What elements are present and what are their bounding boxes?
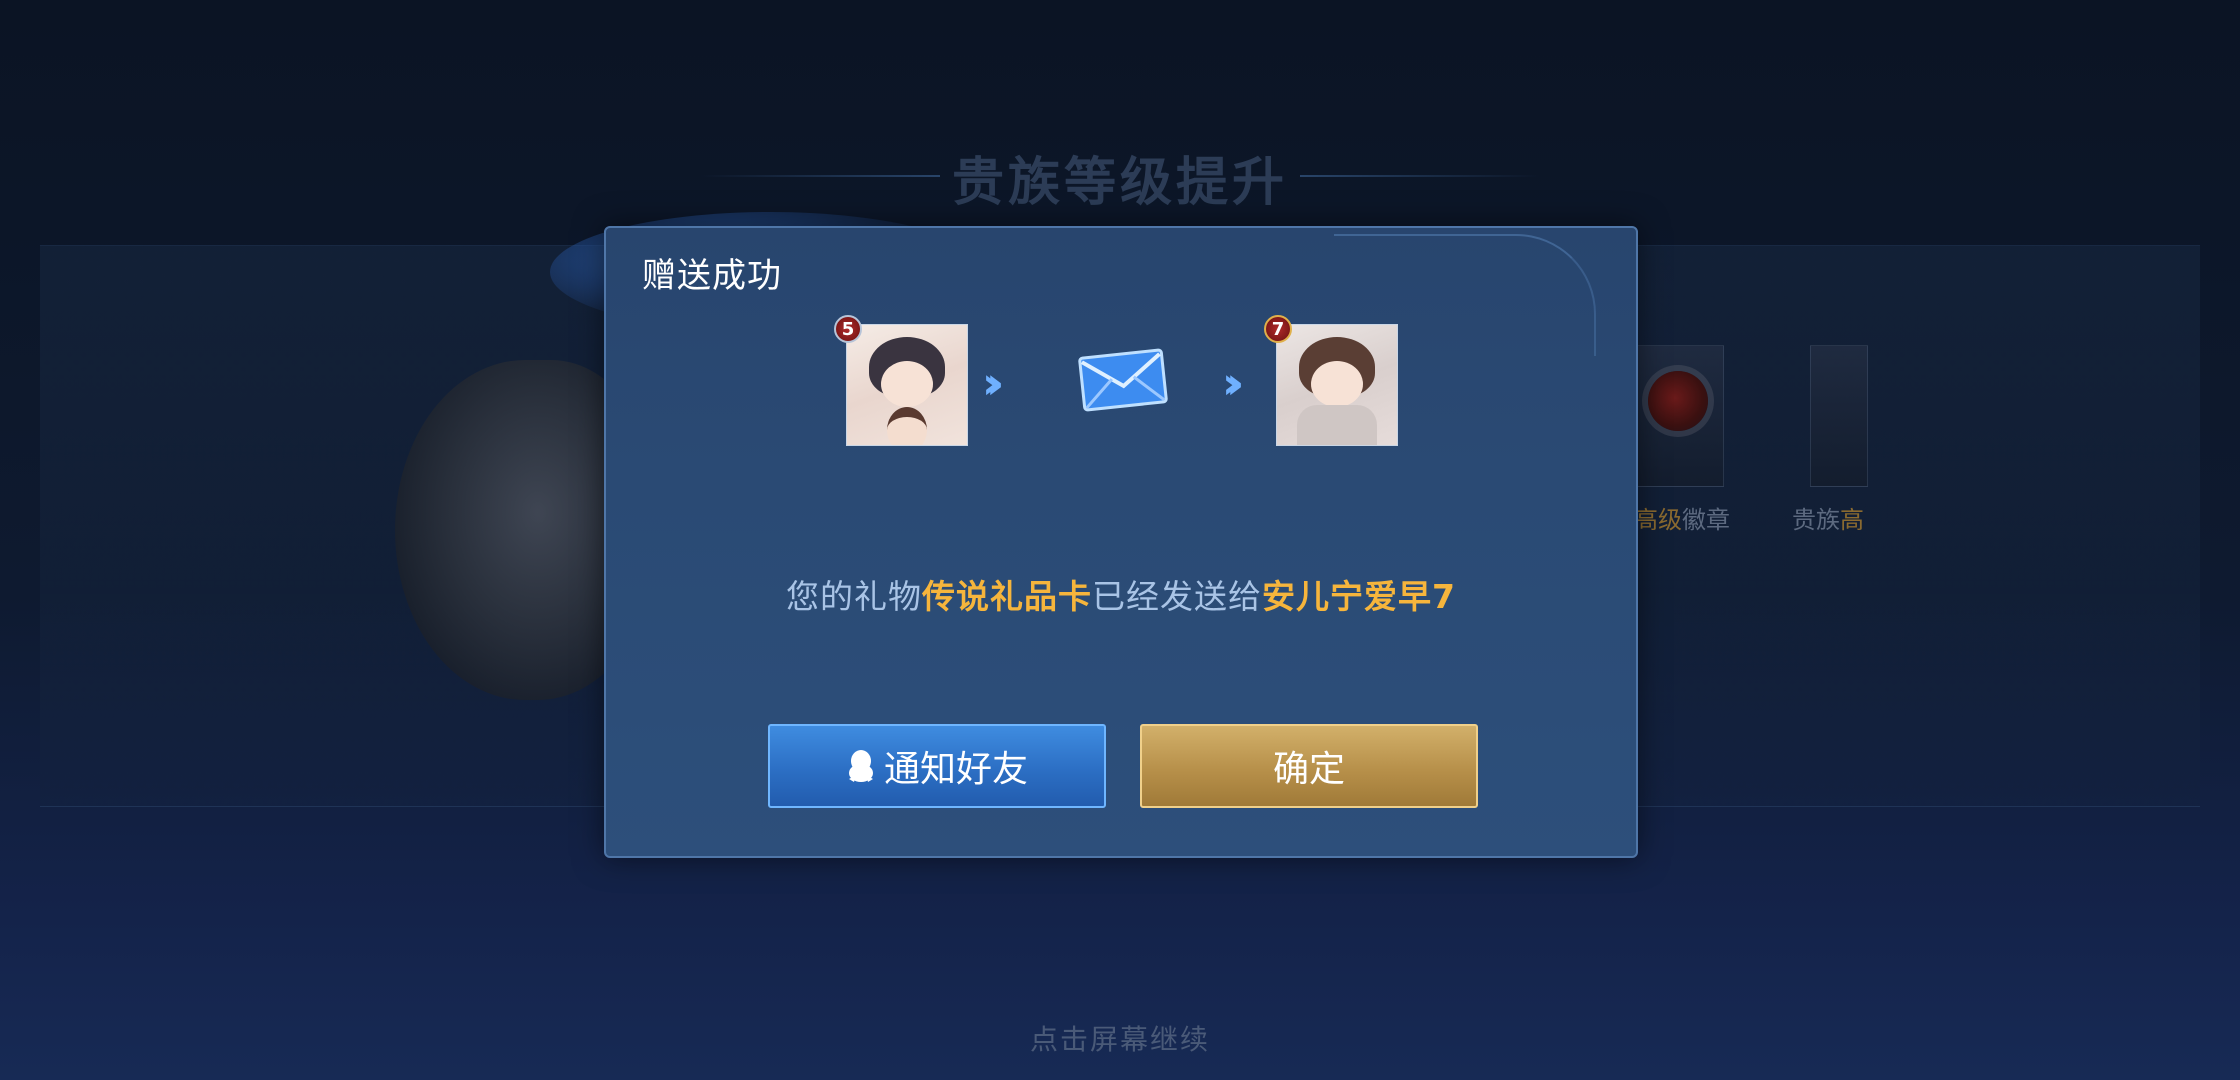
badge-item <box>1632 345 1724 487</box>
sender-rank-badge: 5 <box>828 312 868 346</box>
double-chevron-right-icon: ›› <box>1222 358 1245 409</box>
badge-label: 高级徽章 <box>1634 506 1730 534</box>
notify-friend-label: 通知好友 <box>883 749 1028 790</box>
noble-item <box>1810 345 1868 487</box>
noble-label: 贵族高 <box>1792 506 1864 534</box>
continue-hint[interactable]: 点击屏幕继续 <box>0 1018 2240 1058</box>
dialog-title: 赠送成功 <box>642 256 782 296</box>
badge-orb-icon <box>1648 371 1708 431</box>
confirm-label: 确定 <box>1272 749 1345 790</box>
double-chevron-right-icon: ›› <box>982 358 1005 409</box>
sender-rank-value: 5 <box>834 315 862 343</box>
gift-success-dialog: 赠送成功 5 ›› ›› 7 您的礼物传说礼品卡已经发送给安儿宁爱早7 通知好友… <box>604 226 1638 858</box>
confirm-button[interactable]: 确定 <box>1140 724 1478 808</box>
qq-penguin-icon <box>848 750 873 782</box>
recipient-name: 安儿宁爱早7 <box>1262 577 1456 616</box>
envelope-icon <box>1078 348 1168 412</box>
receiver-rank-value: 7 <box>1264 315 1292 343</box>
gift-name: 传说礼品卡 <box>922 577 1093 616</box>
notify-friend-button[interactable]: 通知好友 <box>768 724 1106 808</box>
gift-message: 您的礼物传说礼品卡已经发送给安儿宁爱早7 <box>786 577 1456 616</box>
background-title: 贵族等级提升 <box>951 153 1288 213</box>
receiver-rank-badge: 7 <box>1258 312 1298 346</box>
